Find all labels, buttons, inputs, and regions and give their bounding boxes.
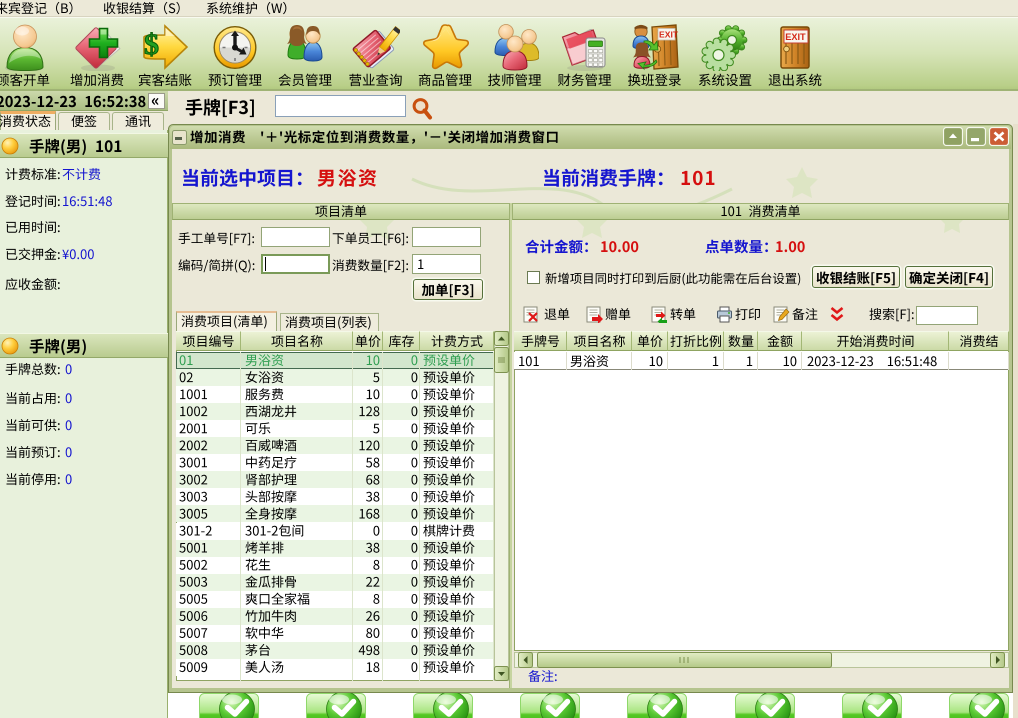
svg-text:EXIT: EXIT — [659, 30, 679, 40]
svg-text:EXIT: EXIT — [785, 32, 806, 42]
svg-text:$: $ — [144, 28, 159, 61]
